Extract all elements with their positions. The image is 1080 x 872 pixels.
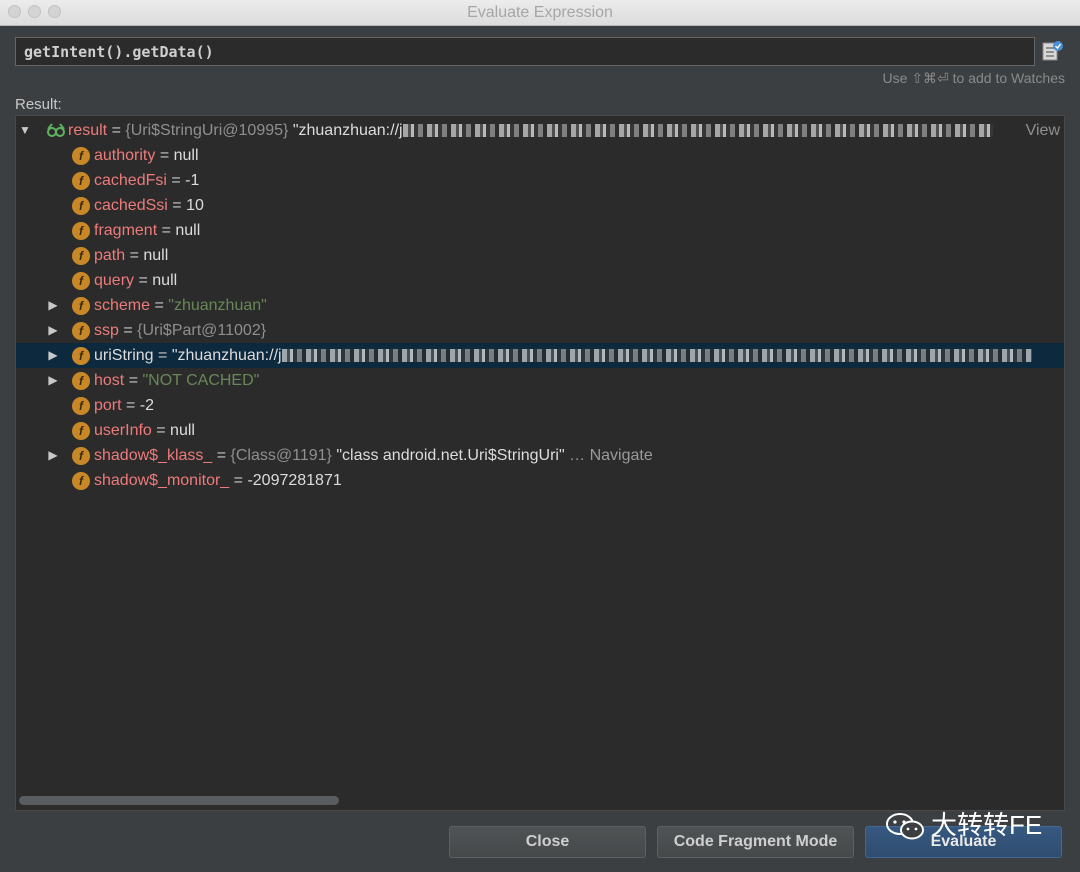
field-icon: f (72, 447, 90, 465)
redacted-text (402, 124, 993, 138)
field-icon: f (72, 297, 90, 315)
field-value: null (173, 147, 199, 164)
close-button[interactable]: Close (449, 826, 646, 858)
equals: = (107, 122, 126, 139)
field-value: 10 (186, 197, 204, 214)
tree-collapsed-icon[interactable]: ▶ (46, 343, 60, 368)
object-type: {Uri$StringUri@10995} (125, 122, 289, 139)
equals: = (167, 197, 187, 214)
field-icon: f (72, 197, 90, 215)
field-name: cachedSsi (94, 197, 168, 214)
object-type: {Class@1191} (230, 447, 332, 464)
field-value: -1 (185, 172, 200, 189)
tree-row[interactable]: ▶ f host = "NOT CACHED" (16, 368, 1064, 393)
tree-collapsed-icon[interactable]: ▶ (46, 318, 60, 343)
tree-row[interactable]: f path = null (16, 243, 1064, 268)
tree-row[interactable]: ▶ f ssp = {Uri$Part@11002} (16, 318, 1064, 343)
field-value: null (175, 222, 201, 239)
tree-row[interactable]: f cachedSsi = 10 (16, 193, 1064, 218)
field-value: -2 (139, 397, 155, 414)
field-name: shadow$_klass_ (94, 447, 213, 464)
field-name: cachedFsi (94, 172, 167, 189)
equals: = (229, 472, 248, 489)
watermark: 大转转FE (885, 808, 1042, 842)
redacted-text (281, 349, 1032, 363)
equals: = (150, 297, 169, 314)
equals: = (124, 372, 143, 389)
field-icon: f (72, 272, 90, 290)
field-name: query (94, 272, 135, 289)
field-name: userInfo (94, 422, 152, 439)
title-bar: Evaluate Expression (0, 0, 1080, 26)
equals: = (118, 322, 138, 339)
field-icon: f (72, 347, 90, 365)
field-value: "class android.net.Uri$StringUri" (336, 447, 565, 464)
tree-collapsed-icon[interactable]: ▶ (46, 443, 60, 468)
field-name: host (94, 372, 125, 389)
field-name: authority (94, 147, 156, 164)
field-icon: f (72, 322, 90, 340)
tree-row-selected[interactable]: ▶ f uriString = "zhuanzhuan://j (16, 343, 1064, 368)
tree-collapsed-icon[interactable]: ▶ (46, 368, 60, 393)
tree-row[interactable]: f cachedFsi = -1 (16, 168, 1064, 193)
tree-row[interactable]: f fragment = null (16, 218, 1064, 243)
tree-collapsed-icon[interactable]: ▶ (46, 293, 60, 318)
field-name: uriString (94, 347, 154, 364)
result-tree[interactable]: ▼ result = {Uri$StringUri@10995} "zhuanz… (15, 115, 1065, 811)
wechat-icon (885, 812, 925, 842)
field-icon: f (72, 222, 90, 240)
equals: = (212, 447, 231, 464)
field-value: "zhuanzhuan://j (171, 347, 282, 364)
equals: = (125, 247, 144, 264)
tree-expanded-icon[interactable]: ▼ (18, 118, 32, 143)
equals: = (155, 147, 174, 164)
field-icon: f (72, 147, 90, 165)
field-name: port (94, 397, 122, 414)
window-title: Evaluate Expression (467, 4, 613, 21)
field-value: -2097281871 (247, 472, 342, 489)
field-value: null (170, 422, 195, 439)
field-name: shadow$_monitor_ (94, 472, 230, 489)
equals: = (121, 397, 140, 414)
equals: = (153, 347, 172, 364)
expression-input[interactable]: getIntent().getData() (15, 37, 1035, 66)
field-name: scheme (94, 297, 151, 314)
field-name: path (94, 247, 126, 264)
field-value: "NOT CACHED" (142, 372, 260, 389)
result-label: Result: (15, 96, 62, 113)
field-value: "zhuanzhuan" (168, 297, 267, 314)
field-value: null (143, 247, 169, 264)
tree-row[interactable]: f port = -2 (16, 393, 1064, 418)
field-icon: f (72, 172, 90, 190)
tree-row[interactable]: f shadow$_monitor_ = -2097281871 (16, 468, 1064, 493)
field-icon: f (72, 397, 90, 415)
field-name: fragment (94, 222, 158, 239)
tree-row[interactable]: ▶ f scheme = "zhuanzhuan" (16, 293, 1064, 318)
field-icon: f (72, 372, 90, 390)
equals: = (134, 272, 153, 289)
tree-row[interactable]: f userInfo = null (16, 418, 1064, 443)
code-fragment-mode-button[interactable]: Code Fragment Mode (657, 826, 854, 858)
field-icon: f (72, 422, 90, 440)
equals: = (151, 422, 171, 439)
watches-hint: Use ⇧⌘⏎ to add to Watches (882, 70, 1065, 86)
tree-row[interactable]: f authority = null (16, 143, 1064, 168)
horizontal-scrollbar[interactable] (19, 796, 339, 805)
field-value: "zhuanzhuan://j (292, 122, 403, 139)
field-value: {Uri$Part@11002} (137, 322, 267, 339)
view-link[interactable]: View (1017, 118, 1064, 143)
field-icon: f (72, 247, 90, 265)
tree-row[interactable]: ▶ f shadow$_klass_ = {Class@1191} "class… (16, 443, 1064, 468)
equals: = (166, 172, 186, 189)
equals: = (157, 222, 176, 239)
field-value: null (152, 272, 178, 289)
tree-row[interactable]: f query = null (16, 268, 1064, 293)
tree-row-result[interactable]: ▼ result = {Uri$StringUri@10995} "zhuanz… (16, 118, 1064, 143)
field-icon: f (72, 472, 90, 490)
add-to-watches-icon[interactable] (1040, 39, 1065, 64)
field-name: ssp (94, 322, 119, 339)
navigate-link[interactable]: … Navigate (565, 447, 653, 464)
watermark-text: 大转转FE (931, 810, 1043, 840)
field-name: result (68, 122, 108, 139)
